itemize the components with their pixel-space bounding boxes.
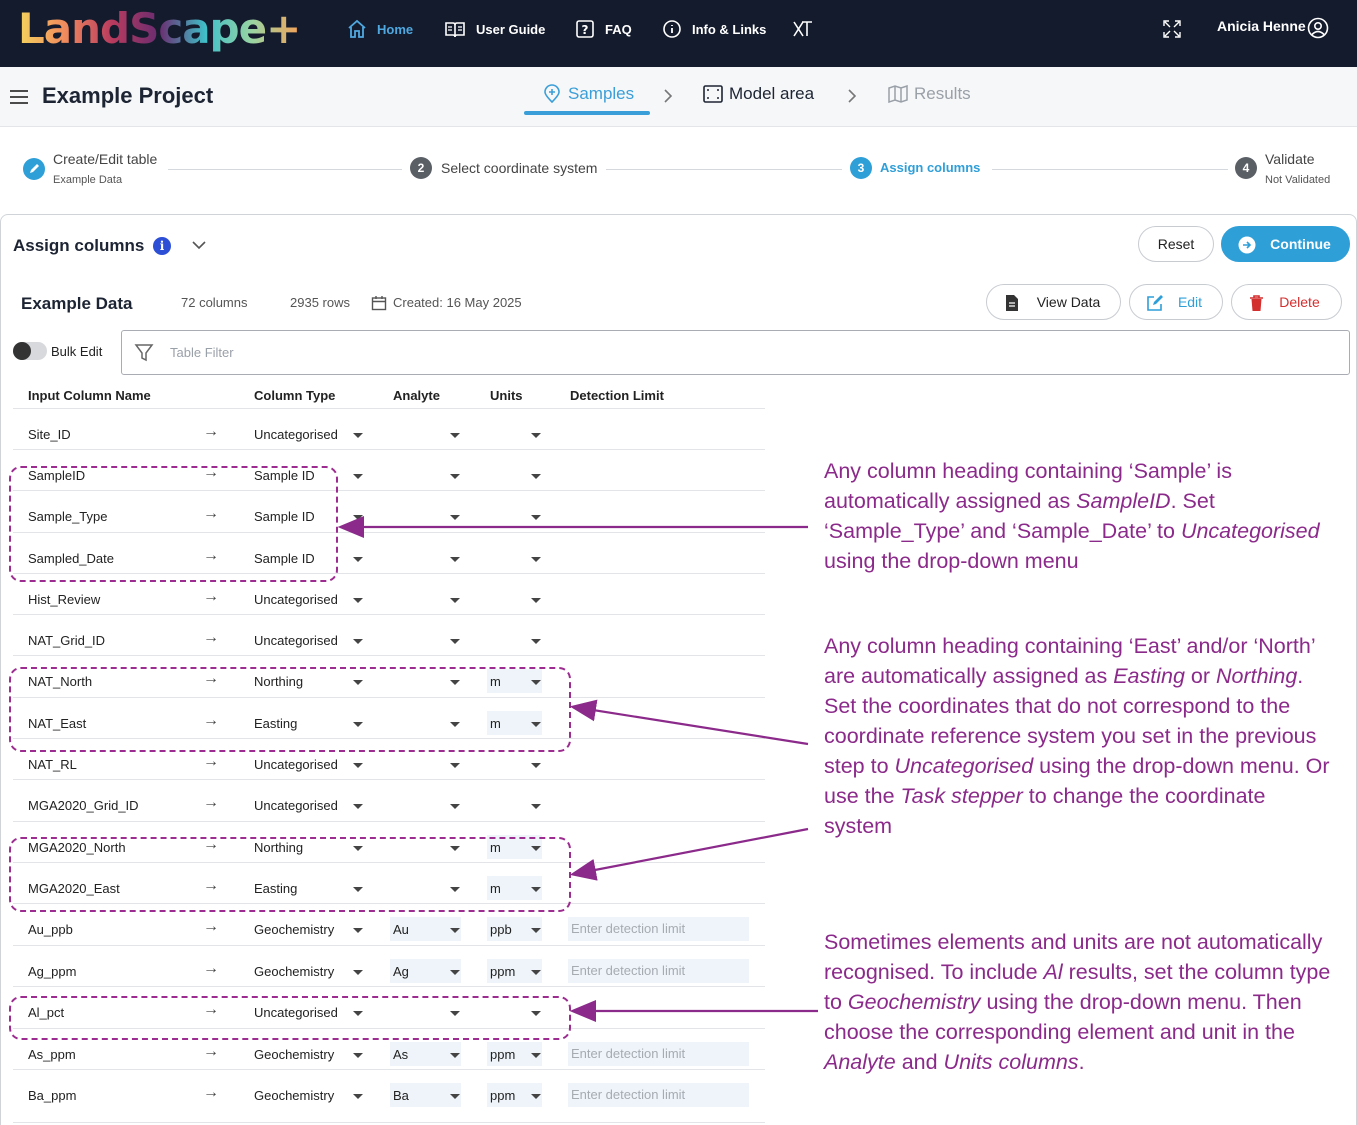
arrow-to-nat-rows [569,699,809,746]
arrow-to-mga-rows [569,827,809,881]
annotation-coordinates: Any column heading containing ‘East’ and… [824,634,1330,838]
annotation-sample-id: Any column heading containing ‘Sample’ i… [824,459,1320,573]
annotation-geochemistry: Sometimes elements and units are not aut… [824,930,1331,1074]
